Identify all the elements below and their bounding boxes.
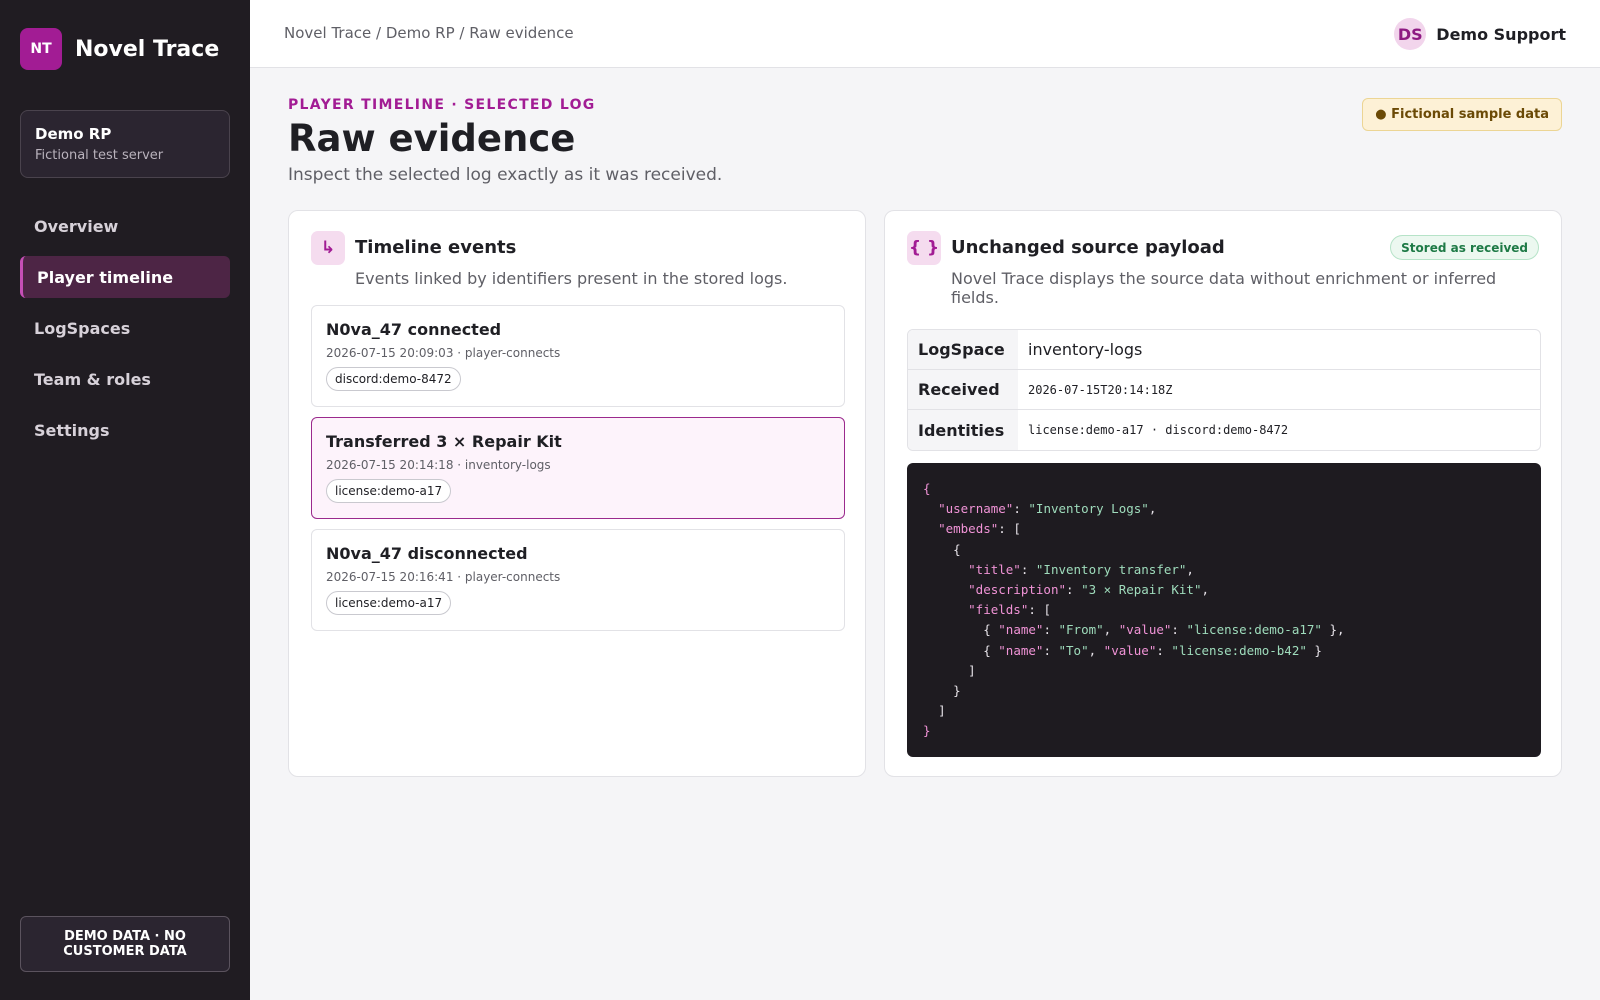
return-arrow-icon: ↳	[311, 231, 345, 265]
fictional-data-badge: ● Fictional sample data	[1362, 98, 1562, 131]
meta-key: Received	[908, 370, 1018, 409]
code-line: "fields": [	[968, 602, 1051, 618]
page-subtitle: Inspect the selected log exactly as it w…	[288, 165, 723, 185]
meta-value: inventory-logs	[1028, 340, 1143, 359]
identifier-tag[interactable]: discord:demo-8472	[326, 367, 461, 391]
sidebar-item-label: Settings	[34, 420, 110, 440]
identifier-tag[interactable]: license:demo-a17	[326, 479, 452, 503]
event-title: N0va_47 disconnected	[326, 544, 528, 563]
code-line: "title": "Inventory transfer",	[968, 561, 1194, 577]
sidebar: NT Novel Trace Demo RP Fictional test se…	[0, 0, 250, 1000]
code-line: ]	[938, 703, 946, 719]
code-line: {	[953, 541, 961, 557]
code-line: "username": "Inventory Logs",	[938, 501, 1157, 517]
code-line: {	[923, 481, 931, 496]
code-line: "embeds": [	[938, 521, 1021, 537]
brand-name: Novel Trace	[75, 36, 220, 62]
meta-key: Identities	[908, 410, 1018, 450]
server-name: Demo RP	[35, 125, 112, 143]
identifier-tag[interactable]: license:demo-a17	[326, 591, 452, 615]
page-eyebrow: PLAYER TIMELINE · SELECTED LOG	[288, 97, 596, 113]
sidebar-nav: Overview Player timeline LogSpaces Team …	[20, 205, 230, 460]
demo-data-notice: DEMO DATA · NO CUSTOMER DATA	[20, 916, 230, 972]
timeline-event-selected[interactable]: Transferred 3 × Repair Kit 2026-07-15 20…	[311, 417, 845, 519]
event-title: N0va_47 connected	[326, 320, 502, 339]
panel-title: Timeline events	[355, 237, 517, 258]
meta-row: LogSpace inventory-logs	[908, 330, 1540, 370]
code-line: }	[923, 723, 931, 739]
sidebar-item-label: Team & roles	[34, 369, 151, 389]
page-title: Raw evidence	[288, 117, 576, 160]
sidebar-item-overview[interactable]: Overview	[20, 205, 230, 247]
panel-description: Novel Trace displays the source data wit…	[951, 269, 1497, 307]
brand[interactable]: NT Novel Trace	[20, 28, 219, 70]
code-line: ]	[968, 662, 976, 678]
breadcrumb: Novel Trace / Demo RP / Raw evidence	[284, 24, 574, 42]
meta-row: Received 2026-07-15T20:14:18Z	[908, 370, 1540, 410]
braces-icon: { }	[907, 231, 941, 265]
server-switcher[interactable]: Demo RP Fictional test server	[20, 110, 230, 178]
sidebar-item-player-timeline[interactable]: Player timeline	[20, 256, 230, 298]
server-subtitle: Fictional test server	[35, 148, 164, 163]
code-line: { "name": "From", "value": "license:demo…	[983, 622, 1345, 638]
stored-status-badge: Stored as received	[1390, 235, 1539, 260]
sidebar-item-label: LogSpaces	[34, 318, 131, 338]
json-payload-code[interactable]: { "username": "Inventory Logs", "embeds"…	[907, 463, 1541, 757]
code-line: "description": "3 × Repair Kit",	[968, 582, 1210, 598]
code-line: }	[953, 683, 961, 699]
payload-panel: { } Unchanged source payload Stored as r…	[884, 210, 1562, 777]
event-meta: 2026-07-15 20:14:18 · inventory-logs	[326, 458, 551, 472]
panel-title: Unchanged source payload	[951, 237, 1225, 258]
avatar: DS	[1394, 18, 1427, 50]
meta-value: 2026-07-15T20:14:18Z	[1028, 382, 1173, 397]
panel-description: Events linked by identifiers present in …	[355, 269, 788, 288]
code-line: { "name": "To", "value": "license:demo-b…	[983, 642, 1322, 658]
event-meta: 2026-07-15 20:16:41 · player-connects	[326, 570, 561, 584]
sidebar-item-logspaces[interactable]: LogSpaces	[20, 307, 230, 349]
sidebar-item-settings[interactable]: Settings	[20, 409, 230, 451]
meta-key: LogSpace	[908, 330, 1018, 369]
event-title: Transferred 3 × Repair Kit	[326, 432, 562, 451]
payload-meta-table: LogSpace inventory-logs Received 2026-07…	[907, 329, 1541, 451]
timeline-event[interactable]: N0va_47 disconnected 2026-07-15 20:16:41…	[311, 529, 845, 631]
meta-value: license:demo-a17 · discord:demo-8472	[1028, 423, 1289, 437]
sidebar-item-label: Player timeline	[37, 267, 174, 287]
topbar: Novel Trace / Demo RP / Raw evidence DS …	[250, 0, 1600, 68]
sidebar-item-team-roles[interactable]: Team & roles	[20, 358, 230, 400]
meta-row: Identities license:demo-a17 · discord:de…	[908, 410, 1540, 450]
timeline-panel: ↳ Timeline events Events linked by ident…	[288, 210, 866, 777]
user-name: Demo Support	[1436, 24, 1566, 44]
user-menu[interactable]: DS Demo Support	[1394, 18, 1566, 50]
sidebar-item-label: Overview	[34, 216, 119, 236]
timeline-event[interactable]: N0va_47 connected 2026-07-15 20:09:03 · …	[311, 305, 845, 407]
brand-logo: NT	[20, 28, 62, 70]
event-meta: 2026-07-15 20:09:03 · player-connects	[326, 346, 561, 360]
